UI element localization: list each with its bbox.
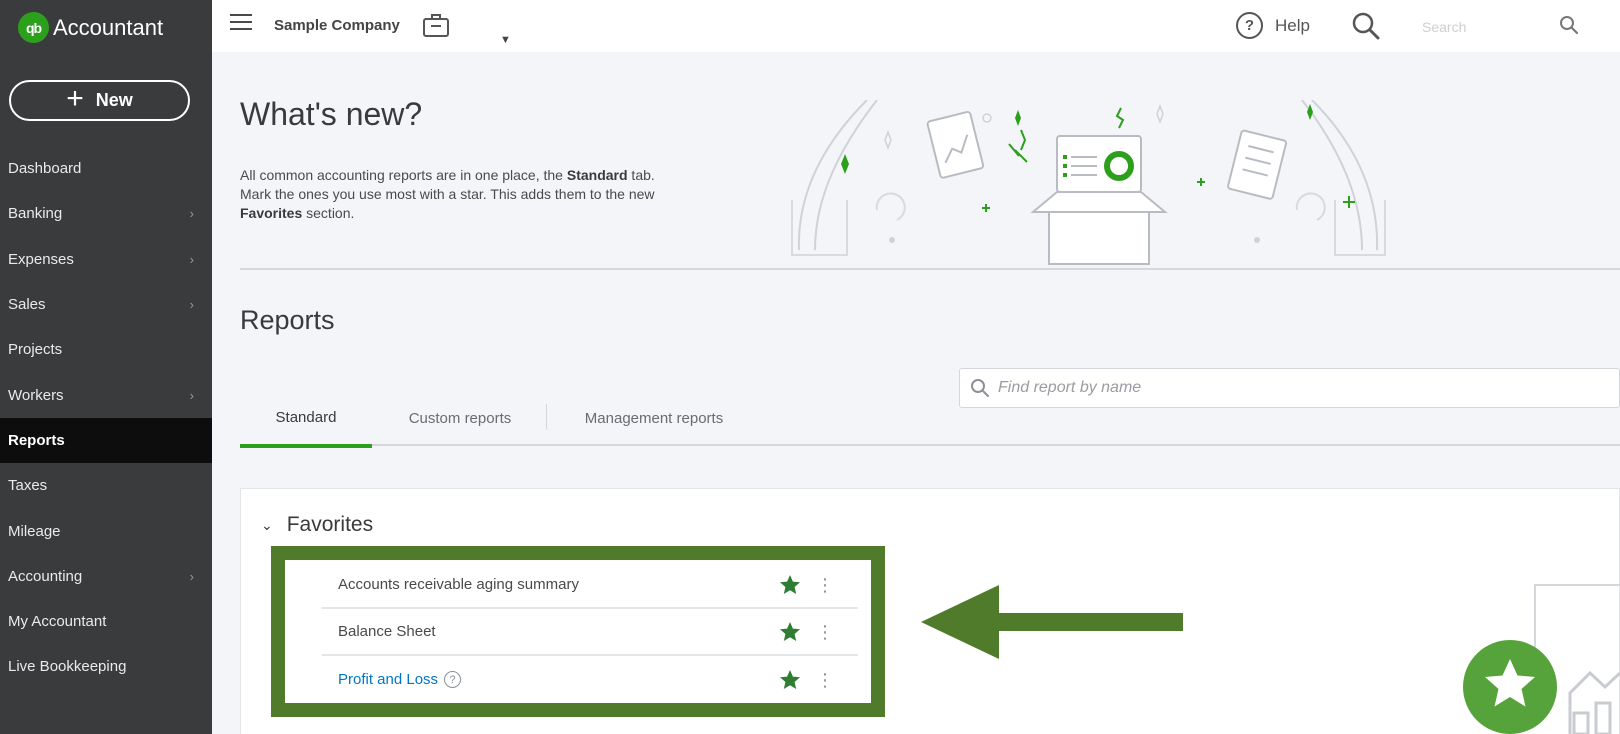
favorite-row[interactable]: Profit and Loss? ⋮ xyxy=(322,656,858,703)
tab-management-reports[interactable]: Management reports xyxy=(564,390,744,446)
sidebar-item-label: Accounting xyxy=(8,567,83,585)
star-icon[interactable] xyxy=(778,668,802,692)
sidebar-item-live-bookkeeping[interactable]: Live Bookkeeping xyxy=(0,644,212,689)
reports-title: Reports xyxy=(240,305,335,335)
favorites-label: Favorites xyxy=(286,513,374,536)
help-icon: ? xyxy=(1236,12,1263,39)
sidebar-item-label: My Accountant xyxy=(8,613,107,631)
sidebar-item-workers[interactable]: Workers › xyxy=(0,372,212,417)
sidebar: qb Accountant + New Dashboard Banking › E… xyxy=(0,0,212,734)
sidebar-item-accounting[interactable]: Accounting › xyxy=(0,554,212,599)
favorites-illustration xyxy=(1463,584,1620,734)
favorites-toggle[interactable]: ⌄ Favorites xyxy=(261,513,373,537)
new-button-label: New xyxy=(95,90,133,110)
search-icon[interactable] xyxy=(1350,10,1382,42)
caret-down-icon[interactable]: ▼ xyxy=(500,34,511,46)
chevron-right-icon: › xyxy=(189,568,194,584)
sidebar-item-label: Mileage xyxy=(8,522,61,540)
sidebar-item-mileage[interactable]: Mileage xyxy=(0,508,212,553)
chevron-right-icon: › xyxy=(189,206,194,222)
search-submit-icon[interactable] xyxy=(1558,14,1580,36)
sidebar-item-label: Workers xyxy=(8,386,64,404)
briefcase-icon[interactable] xyxy=(422,12,450,38)
sidebar-item-sales[interactable]: Sales › xyxy=(0,282,212,327)
whats-new-description: All common accounting reports are in one… xyxy=(240,167,655,221)
hamburger-menu-icon[interactable] xyxy=(230,14,252,32)
more-options-icon[interactable]: ⋮ xyxy=(816,623,834,641)
plus-icon: + xyxy=(66,82,84,115)
tab-separator xyxy=(546,404,547,430)
favorites-list: Accounts receivable aging summary ⋮ Bala… xyxy=(322,562,858,703)
favorite-report-link[interactable]: Profit and Loss? xyxy=(338,671,462,688)
help-label: Help xyxy=(1275,15,1310,35)
sidebar-item-label: Sales xyxy=(8,296,46,314)
brand[interactable]: qb Accountant xyxy=(18,12,163,43)
sidebar-item-projects[interactable]: Projects xyxy=(0,327,212,372)
star-icon[interactable] xyxy=(778,620,802,644)
brand-name: Accountant xyxy=(53,14,164,40)
top-bar: Sample Company ▼ ? Help xyxy=(212,0,1620,52)
sidebar-item-label: Dashboard xyxy=(8,160,82,178)
whats-new-illustration xyxy=(791,100,1386,265)
more-options-icon[interactable]: ⋮ xyxy=(816,671,834,689)
help-button[interactable]: ? Help xyxy=(1236,12,1310,39)
favorite-report-name[interactable]: Balance Sheet xyxy=(338,623,436,640)
sidebar-item-label: Expenses xyxy=(8,250,74,268)
company-name[interactable]: Sample Company xyxy=(274,17,400,34)
sidebar-item-my-accountant[interactable]: My Accountant xyxy=(0,599,212,644)
section-divider xyxy=(240,268,1620,270)
sidebar-item-label: Live Bookkeeping xyxy=(8,658,127,676)
info-icon[interactable]: ? xyxy=(444,671,462,688)
sidebar-item-reports[interactable]: Reports xyxy=(0,417,212,464)
tab-standard[interactable]: Standard xyxy=(240,390,372,448)
sidebar-item-taxes[interactable]: Taxes xyxy=(0,463,212,508)
whats-new-title: What's new? xyxy=(240,96,423,132)
new-button[interactable]: + New xyxy=(9,80,190,121)
chevron-right-icon: › xyxy=(189,387,194,403)
quickbooks-logo: qb xyxy=(18,12,49,43)
sidebar-item-label: Taxes xyxy=(8,477,48,495)
more-options-icon[interactable]: ⋮ xyxy=(816,576,834,594)
favorite-report-name[interactable]: Accounts receivable aging summary xyxy=(338,576,579,593)
sidebar-item-label: Banking xyxy=(8,205,63,223)
chevron-right-icon: › xyxy=(189,297,194,313)
arrow-left-icon xyxy=(921,585,1183,659)
star-icon[interactable] xyxy=(778,573,802,597)
sidebar-item-dashboard[interactable]: Dashboard xyxy=(0,146,212,191)
favorite-row[interactable]: Balance Sheet ⋮ xyxy=(322,609,858,656)
sidebar-item-expenses[interactable]: Expenses › xyxy=(0,237,212,282)
report-tabs: Standard Custom reports Management repor… xyxy=(240,390,1620,448)
chevron-down-icon: ⌄ xyxy=(261,516,273,533)
sidebar-item-label: Projects xyxy=(8,341,63,359)
chevron-right-icon: › xyxy=(189,251,194,267)
sidebar-item-banking[interactable]: Banking › xyxy=(0,191,212,236)
sidebar-nav: Dashboard Banking › Expenses › Sales › Proj… xyxy=(0,146,212,690)
favorite-row[interactable]: Accounts receivable aging summary ⋮ xyxy=(322,562,858,609)
tab-custom-reports[interactable]: Custom reports xyxy=(390,390,530,446)
sidebar-item-label: Reports xyxy=(8,431,65,449)
